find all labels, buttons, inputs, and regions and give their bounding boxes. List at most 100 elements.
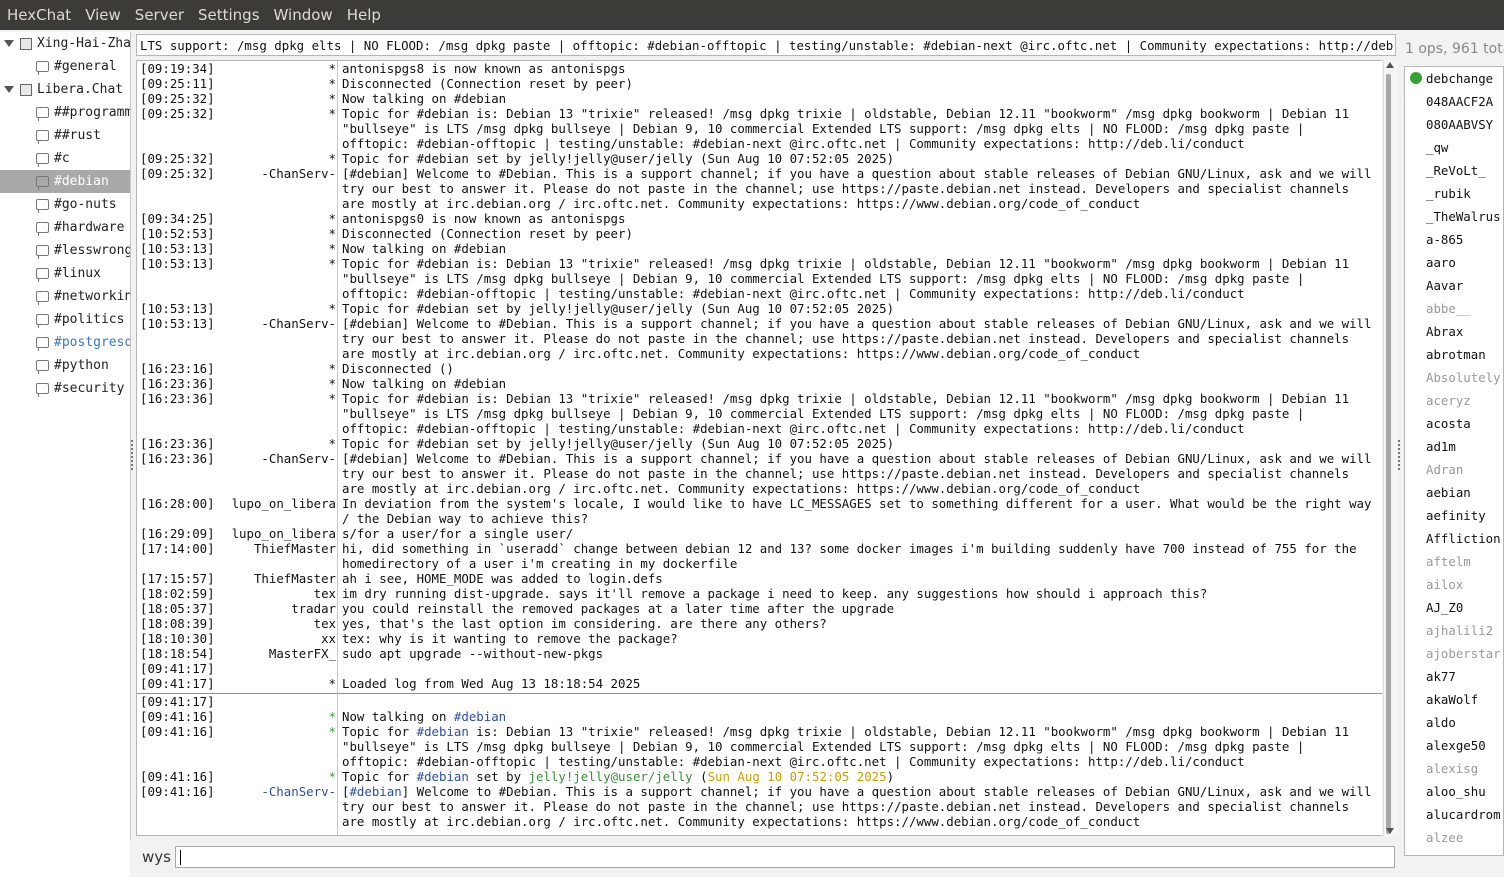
user-list-item[interactable]: amadeus — [1405, 849, 1503, 855]
user-list-item[interactable]: ad1m — [1405, 435, 1503, 458]
user-list-item[interactable]: 080AABVSY — [1405, 113, 1503, 136]
user-list-item[interactable]: AJ_Z0 — [1405, 596, 1503, 619]
nick[interactable]: * — [222, 769, 338, 784]
nick[interactable]: * — [222, 91, 338, 106]
nick[interactable]: ThiefMaster — [222, 571, 338, 586]
menu-server[interactable]: Server — [128, 0, 191, 30]
nick[interactable]: * — [222, 226, 338, 241]
nick[interactable] — [222, 694, 338, 709]
menu-window[interactable]: Window — [267, 0, 340, 30]
nick[interactable]: lupo_on_libera — [222, 526, 338, 541]
user-list-item[interactable]: _qw — [1405, 136, 1503, 159]
nick[interactable]: xx — [222, 631, 338, 646]
chat-log[interactable]: [09:19:34] * antonispgs8 is now known as a… — [136, 60, 1382, 836]
user-list-item[interactable]: ailox — [1405, 573, 1503, 596]
user-list-item[interactable]: ajhalili2 — [1405, 619, 1503, 642]
user-list-item[interactable]: a-865 — [1405, 228, 1503, 251]
nick[interactable]: -ChanServ- — [222, 166, 338, 211]
user-list-item[interactable]: Absolutely — [1405, 366, 1503, 389]
user-list-item[interactable]: ak77 — [1405, 665, 1503, 688]
nick[interactable]: ThiefMaster — [222, 541, 338, 571]
nick[interactable]: * — [222, 709, 338, 724]
nick[interactable]: -ChanServ- — [222, 784, 338, 829]
nick[interactable]: * — [222, 724, 338, 769]
user-list-item[interactable]: debchange — [1405, 67, 1503, 90]
tree-channel[interactable]: #debian — [0, 170, 130, 193]
tree-channel[interactable]: #postgresql — [0, 331, 130, 354]
tree-channel[interactable]: #general — [0, 55, 130, 78]
user-list-item[interactable]: Adran — [1405, 458, 1503, 481]
tree-channel[interactable]: #go-nuts — [0, 193, 130, 216]
user-list-item[interactable]: Affliction — [1405, 527, 1503, 550]
nick[interactable]: * — [222, 256, 338, 301]
user-list-item[interactable]: _rubik — [1405, 182, 1503, 205]
user-list-item[interactable]: _ReVoLt_ — [1405, 159, 1503, 182]
nick[interactable]: tex — [222, 616, 338, 631]
tree-server[interactable]: Xing-Hai-Zhang — [0, 32, 130, 55]
tree-channel[interactable]: #networking — [0, 285, 130, 308]
user-list-item[interactable]: ajoberstar — [1405, 642, 1503, 665]
nick[interactable] — [222, 661, 338, 676]
user-list-item[interactable]: Abrax — [1405, 320, 1503, 343]
tree-channel[interactable]: #c — [0, 147, 130, 170]
menu-settings[interactable]: Settings — [191, 0, 267, 30]
nick[interactable]: * — [222, 76, 338, 91]
user-list-item[interactable]: aebian — [1405, 481, 1503, 504]
tree-channel[interactable]: #politics — [0, 308, 130, 331]
nick[interactable]: tex — [222, 586, 338, 601]
user-list-item[interactable]: aloo_shu — [1405, 780, 1503, 803]
user-list-item[interactable]: alexge50 — [1405, 734, 1503, 757]
scroll-up-icon[interactable] — [1386, 62, 1394, 68]
user-list-item[interactable]: _TheWalrus — [1405, 205, 1503, 228]
user-list-item[interactable]: abrotman — [1405, 343, 1503, 366]
menu-help[interactable]: Help — [340, 0, 388, 30]
tree-channel[interactable]: ##rust — [0, 124, 130, 147]
topic-bar[interactable]: LTS support: /msg dpkg elts | NO FLOOD: … — [136, 34, 1396, 56]
user-list-item[interactable]: aefinity — [1405, 504, 1503, 527]
expander-arrow-icon[interactable] — [4, 40, 14, 47]
nick[interactable]: * — [222, 61, 338, 76]
nick[interactable]: * — [222, 241, 338, 256]
user-list-item[interactable]: alexisg — [1405, 757, 1503, 780]
nick[interactable]: * — [222, 376, 338, 391]
tree-channel[interactable]: #linux — [0, 262, 130, 285]
scroll-thumb[interactable] — [1386, 74, 1391, 834]
menu-hexchat[interactable]: HexChat — [0, 0, 78, 30]
nick[interactable]: tradar — [222, 601, 338, 616]
menu-view[interactable]: View — [78, 0, 128, 30]
nick[interactable]: MasterFX_ — [222, 646, 338, 661]
nick[interactable]: * — [222, 301, 338, 316]
nick[interactable]: lupo_on_libera — [222, 496, 338, 526]
tree-channel[interactable]: #python — [0, 354, 130, 377]
user-list-item[interactable]: abbe__ — [1405, 297, 1503, 320]
nick[interactable]: * — [222, 361, 338, 376]
user-list-item[interactable]: aldo — [1405, 711, 1503, 734]
message-input[interactable] — [175, 846, 1395, 868]
user-list-item[interactable]: alzee — [1405, 826, 1503, 849]
nick[interactable]: * — [222, 151, 338, 166]
tree-channel[interactable]: #security — [0, 377, 130, 400]
user-list-item[interactable]: aftelm — [1405, 550, 1503, 573]
tree-channel[interactable]: #hardware — [0, 216, 130, 239]
user-list-item[interactable]: alucardrom — [1405, 803, 1503, 826]
user-list-item[interactable]: akaWolf — [1405, 688, 1503, 711]
user-list-item[interactable]: aceryz — [1405, 389, 1503, 412]
tree-server[interactable]: Libera.Chat — [0, 78, 130, 101]
user-list-item[interactable]: acosta — [1405, 412, 1503, 435]
nick[interactable]: * — [222, 211, 338, 226]
nick-button[interactable]: wys — [142, 848, 171, 866]
user-list[interactable]: debchange 048AACF2A 080AABVSY _qw _ReVoLt_ _r… — [1404, 66, 1504, 856]
nick[interactable]: * — [222, 436, 338, 451]
chat-scrollbar[interactable] — [1383, 60, 1397, 836]
user-list-item[interactable]: Aavar — [1405, 274, 1503, 297]
tree-channel[interactable]: #lesswrong — [0, 239, 130, 262]
nick[interactable]: * — [222, 676, 338, 691]
nick[interactable]: * — [222, 391, 338, 436]
tree-channel[interactable]: ##programming — [0, 101, 130, 124]
user-list-item[interactable]: aaro — [1405, 251, 1503, 274]
user-list-item[interactable]: 048AACF2A — [1405, 90, 1503, 113]
nick[interactable]: -ChanServ- — [222, 316, 338, 361]
expander-arrow-icon[interactable] — [4, 86, 14, 93]
nick[interactable]: -ChanServ- — [222, 451, 338, 496]
scroll-down-icon[interactable] — [1386, 828, 1394, 834]
